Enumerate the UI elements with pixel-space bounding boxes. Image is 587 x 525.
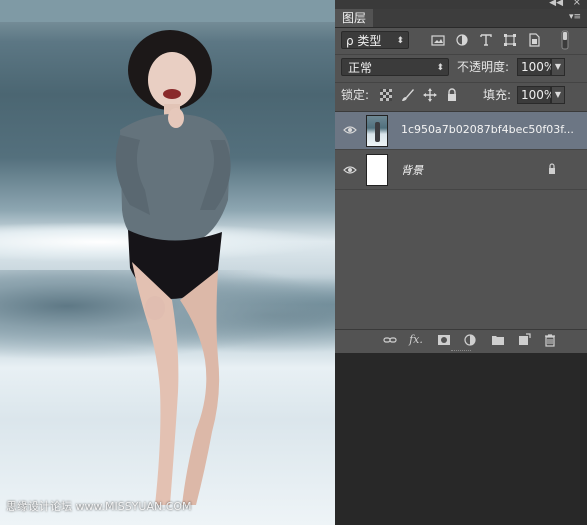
adjustment-layer-icon[interactable] <box>463 333 477 347</box>
collapse-icon[interactable]: ◀◀ <box>549 0 563 8</box>
layers-list: 1c950a7b02087bf4bec50f03f... 背景 <box>335 111 587 330</box>
layer-row-photo[interactable]: 1c950a7b02087bf4bec50f03f... <box>335 112 587 150</box>
blend-mode-value: 正常 <box>348 61 373 75</box>
layer-name[interactable]: 背景 <box>401 162 423 178</box>
photo-canvas: 思缘设计论坛 www.MISSYUAN.COM <box>0 0 335 525</box>
type-filter-icon[interactable] <box>479 33 493 47</box>
shape-filter-icon[interactable] <box>503 33 517 47</box>
chevron-updown-icon: ⬍ <box>436 63 444 73</box>
empty-dock-area <box>335 353 587 525</box>
lock-icon <box>549 163 555 174</box>
smartobject-filter-icon[interactable] <box>527 33 541 47</box>
delete-layer-icon[interactable] <box>543 333 557 347</box>
layers-bottom-toolbar: fx. <box>335 329 587 350</box>
close-icon[interactable]: × <box>573 0 581 8</box>
panel-title-strip: ◀◀ × <box>335 0 587 9</box>
layer-thumbnail <box>366 154 388 186</box>
blend-mode-dropdown[interactable]: 正常 ⬍ <box>341 58 449 76</box>
eye-icon[interactable] <box>343 163 357 177</box>
filter-toggle-icon[interactable] <box>561 30 569 50</box>
divider <box>335 82 587 83</box>
eye-icon[interactable] <box>343 123 357 137</box>
filter-kind-label: ρ 类型 <box>346 34 382 48</box>
panel-tab-bar: 图层 ▾≡ <box>335 9 587 28</box>
fill-input[interactable]: 100% <box>517 86 555 104</box>
layers-panel: ◀◀ × 图层 ▾≡ ρ 类型 ⬍ 正常 ⬍ 不透明度: 100% ▼ 锁定: … <box>335 0 587 525</box>
watermark-text: 思缘设计论坛 www.MISSYUAN.COM <box>6 500 192 513</box>
adjustment-filter-icon[interactable] <box>455 33 469 47</box>
layer-name[interactable]: 1c950a7b02087bf4bec50f03f... <box>401 123 574 136</box>
filter-kind-dropdown[interactable]: ρ 类型 ⬍ <box>341 31 409 49</box>
fill-slider-button[interactable]: ▼ <box>551 86 565 104</box>
lock-row: 锁定: 填充: 100% ▼ <box>335 84 587 108</box>
link-layers-icon[interactable] <box>383 333 397 347</box>
lock-transparent-pixels-icon[interactable] <box>379 88 393 102</box>
layer-thumbnail <box>366 115 388 147</box>
group-folder-icon[interactable] <box>491 333 505 347</box>
opacity-input[interactable]: 100% <box>517 58 555 76</box>
tab-layers[interactable]: 图层 <box>335 9 373 27</box>
fx-icon[interactable]: fx. <box>409 333 423 347</box>
lock-position-icon[interactable] <box>423 88 437 102</box>
opacity-slider-button[interactable]: ▼ <box>551 58 565 76</box>
chevron-updown-icon: ⬍ <box>396 36 404 46</box>
filter-row: ρ 类型 ⬍ <box>335 28 587 52</box>
image-filter-icon[interactable] <box>431 33 445 47</box>
lock-all-icon[interactable] <box>445 88 459 102</box>
blend-row: 正常 ⬍ 不透明度: 100% ▼ <box>335 56 587 80</box>
divider <box>335 54 587 55</box>
layer-row-background[interactable]: 背景 <box>335 150 587 190</box>
lock-label: 锁定: <box>341 88 370 102</box>
new-layer-icon[interactable] <box>517 333 531 347</box>
lock-image-pixels-icon[interactable] <box>401 88 415 102</box>
woman-figure <box>115 30 231 505</box>
opacity-label: 不透明度: <box>457 60 510 74</box>
fill-label: 填充: <box>483 88 512 102</box>
layer-mask-icon[interactable] <box>437 333 451 347</box>
panel-menu-icon[interactable]: ▾≡ <box>569 12 581 22</box>
